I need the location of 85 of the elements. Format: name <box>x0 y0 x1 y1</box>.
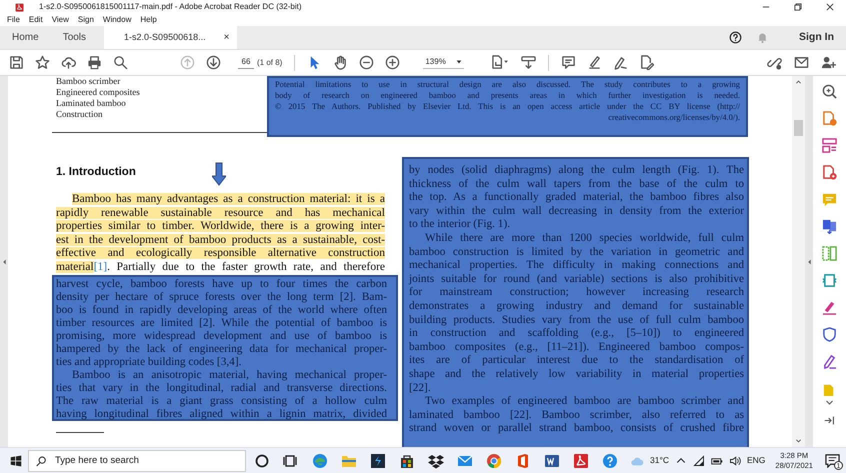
pen-sign-icon[interactable] <box>612 55 628 70</box>
help-icon[interactable] <box>729 31 742 44</box>
store-bag-icon[interactable] <box>399 452 415 468</box>
pen-icon[interactable] <box>822 354 837 369</box>
star-icon[interactable] <box>35 55 50 70</box>
office-icon[interactable] <box>515 452 531 468</box>
caret-icon <box>456 59 462 65</box>
overlay-paragraph: While there are more than 1200 species worldwide, full culm bamboo construction is limited by the variation in geometric and mechanical properties. The difficulty in making connections and joints suitable for round (and variable) sections is also prohibitive for mainstream construction; however increasing research demonstrates a growing industry and demand for sustainable building products. Studies vary from the use of full culm bamboo in construction and scaffolding (e.g., [5–10]) to engineered bamboo composites (e.g., [11–21]). Engineered bamboo compos- ites are of particular interest due to the standardisation of shape and the relatively low variability in material properties [22]. <box>409 232 744 396</box>
pdf-app-icon[interactable] <box>573 452 589 468</box>
window-title: 1-s2.0-S0950061815001117-main.pdf - Adobe Acrobat Reader DC (32-bit) <box>39 1 303 13</box>
menu-item[interactable]: Help <box>140 14 157 26</box>
compress-icon[interactable] <box>822 273 837 288</box>
highlighter-icon[interactable] <box>586 55 602 70</box>
keyword: Construction <box>56 109 104 120</box>
dropbox-icon[interactable] <box>428 452 444 468</box>
tab[interactable]: Tools <box>50 26 98 49</box>
menu-item[interactable]: Window <box>102 14 132 26</box>
keyword: Bamboo scrimber <box>56 76 122 87</box>
highlighted-paragraph: Bamboo has many advantages as a construction material: it is a rapidly renewable sustainable resource and has mechanical properties similar to timber. Worldwide, there is a growing inter- est in the development of bamboo products as a sustainable, cost- effective and ecologically responsible alternative construction material[1]. Partially due to the faster growth rate, and therefore <box>56 193 385 275</box>
scroll-down-icon[interactable] <box>795 437 802 444</box>
add-user-icon[interactable] <box>821 55 836 70</box>
pdf-file-icon <box>15 2 24 12</box>
save-icon[interactable] <box>9 55 24 70</box>
down-arrow-icon <box>212 162 226 186</box>
close-icon[interactable] <box>825 2 835 12</box>
document-edit-icon[interactable] <box>638 55 654 70</box>
citation-link[interactable]: [1] <box>94 260 108 273</box>
search-icon <box>36 456 47 466</box>
menu-item[interactable]: File <box>7 14 20 26</box>
menu-item[interactable]: Edit <box>28 14 43 26</box>
overlay-paragraph: Bamboo is an anisotropic material, having mechanical proper- ties that vary in the longitudinal, radial and transverse directions. The raw material is a giant grass consisting of a hollow culm having longitudinal fibres aligned within a lignin matrix, divided <box>56 368 387 421</box>
restore-icon[interactable] <box>793 2 803 12</box>
task-view-icon[interactable] <box>283 452 299 468</box>
comment-icon[interactable] <box>560 55 576 70</box>
collapse-arrow-icon[interactable] <box>806 258 812 266</box>
layout-icon[interactable] <box>822 138 837 153</box>
zoom-in-icon[interactable] <box>385 55 400 70</box>
cloud-upload-icon[interactable] <box>61 55 76 70</box>
overlay-paragraph: by nodes (solid diaphragms) along the culm length (Fig. 1). The thickness of the culm wall tapers from the base of the culm to the top. As a functionally graded material, the bamboo fibres also vary within the culm wall decreasing in density from the exterior to the interior (Fig. 1). <box>409 164 744 232</box>
tab[interactable]: 1-s2.0-S09500618... × <box>104 26 238 49</box>
speaker-icon[interactable] <box>729 454 741 466</box>
shield-icon[interactable] <box>822 327 837 342</box>
mail-icon[interactable] <box>457 452 473 468</box>
taskbar-search-field[interactable]: Type here to search <box>28 450 246 472</box>
print-icon[interactable] <box>87 55 102 70</box>
mail-icon[interactable] <box>794 55 809 70</box>
cortana-icon[interactable] <box>254 452 270 468</box>
zoom-out-icon[interactable] <box>359 55 374 70</box>
overlay-paragraph: Two examples of engineered bamboo are bamboo scrimber and laminated bamboo [22]. Bamboo scrimber, also referred to as strand woven or parallel strand bamboo, consists of crushed fibre <box>409 395 744 436</box>
page-count: (1 of 8) <box>257 56 282 68</box>
documents-arrow-icon[interactable] <box>822 219 837 234</box>
zoom-dropdown[interactable]: 139% <box>423 56 464 69</box>
sign-in-link[interactable]: Sign In <box>799 30 834 46</box>
browser-icon[interactable] <box>312 452 328 468</box>
page-number-field[interactable]: 66 <box>238 56 254 69</box>
overlay-paragraph: harvest cycle, bamboo forests have up to four times the carbon density per hectare of spruce forests over the long term [2]. Bam- boo is found in rapidly developing areas of the world where often timber resources are limited [2]. While the potential of bamboo is promising, more widespread development and use of bamboo is hampered by the lack of engineering data for mechanical proper- ties and appropriate building codes [3,4]. <box>56 278 387 369</box>
scrollbar-thumb[interactable] <box>794 120 803 136</box>
document-plus-icon[interactable] <box>822 165 837 180</box>
language-indicator[interactable]: ENG <box>747 454 766 467</box>
arrow-down-circle-icon[interactable] <box>206 55 221 70</box>
notification-icon <box>824 453 840 468</box>
collapse-panel-icon[interactable] <box>824 415 835 426</box>
keyword: Engineered composites <box>56 87 141 98</box>
menu-item[interactable]: View <box>52 14 69 26</box>
app-icon[interactable] <box>370 452 386 468</box>
windows-logo-icon[interactable] <box>10 454 22 466</box>
chrome-icon[interactable] <box>486 452 502 468</box>
split-page-icon[interactable] <box>822 246 837 261</box>
menu-item[interactable]: Sign <box>78 14 94 26</box>
keyword: Laminated bamboo <box>56 98 127 109</box>
tab[interactable]: Home <box>0 26 51 49</box>
hand-icon[interactable] <box>333 55 348 70</box>
word-icon[interactable] <box>544 452 560 468</box>
zoom-search-icon[interactable] <box>822 84 837 99</box>
collapse-arrow-icon[interactable] <box>2 258 6 266</box>
link-icon[interactable] <box>767 55 782 70</box>
close-tab-button[interactable]: × <box>224 30 230 45</box>
chevron-down-icon[interactable] <box>825 398 834 407</box>
temperature[interactable]: 31°C <box>650 454 669 467</box>
abstract-overlay: Potential limitations to use in structural design are also discussed. The study contributes to a growing body of research on engineered bamboo and presents areas in which further investigation is needed. © 2015 The Authors. Published by Elsevier Ltd. This is an open access article under the CC BY license (http:// creativecommons.org/licenses/by/4.0/). <box>267 76 748 137</box>
scroll-up-icon[interactable] <box>795 79 802 86</box>
search-icon[interactable] <box>113 55 128 70</box>
section-heading: 1. Introduction <box>56 165 136 179</box>
scroll-mode-icon[interactable] <box>520 55 536 70</box>
marker-icon[interactable] <box>822 300 837 315</box>
